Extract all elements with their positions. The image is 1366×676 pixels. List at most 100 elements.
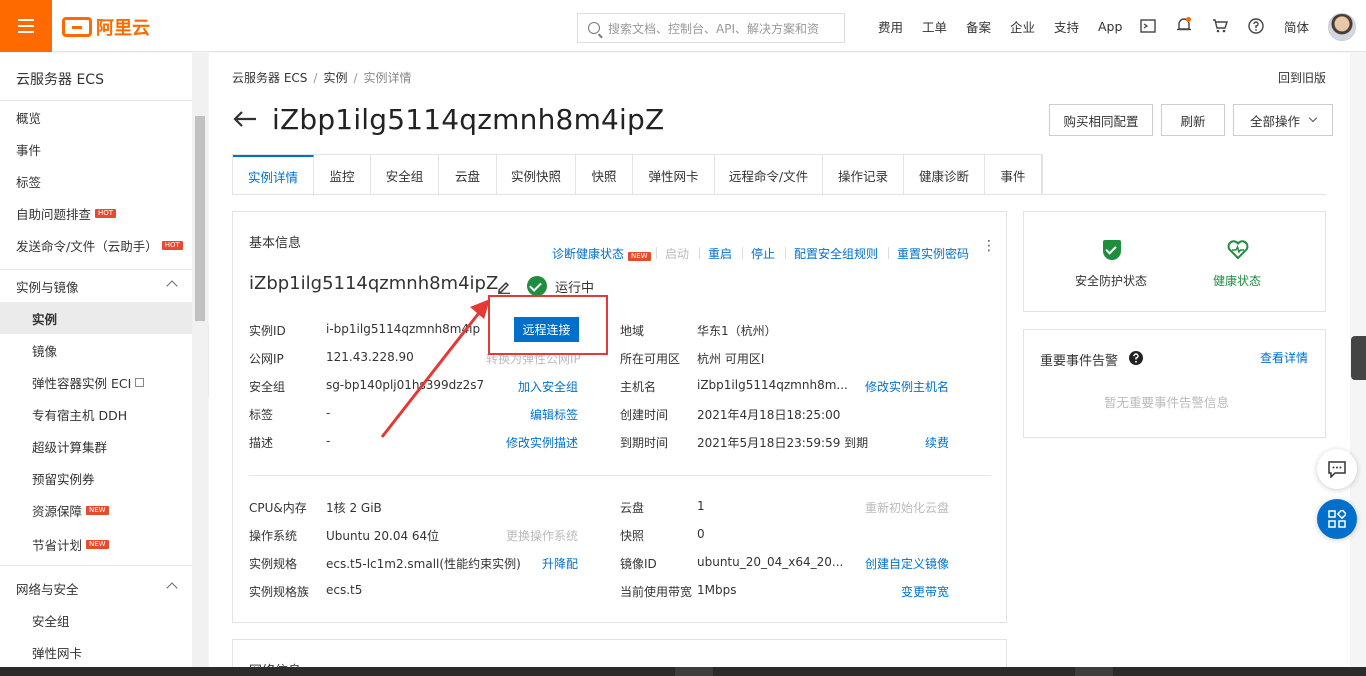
hot-badge: HOT (161, 240, 183, 250)
change-bandwidth-link[interactable]: 变更带宽 (901, 583, 949, 600)
aliyun-logo[interactable]: 阿里云 (62, 14, 150, 40)
create-custom-image-link[interactable]: 创建自定义镜像 (865, 555, 949, 572)
security-status-card: 安全防护状态 健康状态 (1023, 211, 1326, 312)
sidebar-group-network-security[interactable]: 网络与安全 (0, 572, 192, 604)
tab-health-diagnosis[interactable]: 健康诊断 (904, 155, 985, 195)
tab-snapshots[interactable]: 快照 (576, 155, 633, 195)
sidebar-item-eni[interactable]: 弹性网卡 (0, 636, 192, 668)
search-input[interactable]: 搜索文档、控制台、API、解决方案和资 (577, 13, 845, 43)
sidebar-item-savings-plan[interactable]: 节省计划 NEW (0, 528, 192, 560)
label-instance-family: 实例规格族 (249, 585, 310, 599)
bell-icon[interactable] (1176, 17, 1192, 34)
user-avatar[interactable] (1328, 13, 1356, 41)
configure-sg-rules-link[interactable]: 配置安全组规则 (794, 245, 878, 262)
value-hostname: iZbp1ilg5114qzmnh8m... (697, 378, 848, 392)
sidebar-item-eci[interactable]: 弹性容器实例 ECI (0, 366, 192, 398)
restart-link[interactable]: 重启 (708, 245, 732, 262)
edit-icon[interactable] (497, 280, 511, 294)
chat-button[interactable] (1317, 449, 1357, 489)
sidebar-scrollbar[interactable] (192, 53, 208, 676)
menu-button[interactable] (0, 0, 52, 52)
nav-icp[interactable]: 备案 (966, 17, 991, 36)
security-status-label[interactable]: 安全防护状态 (1075, 272, 1147, 289)
edit-description-link[interactable]: 修改实例描述 (506, 434, 578, 451)
value-bandwidth: 1Mbps (697, 583, 737, 597)
sidebar-item-capacity[interactable]: 资源保障 NEW (0, 494, 192, 526)
sidebar-item-scc[interactable]: 超级计算集群 (0, 430, 192, 462)
sidebar-item-troubleshoot[interactable]: 自助问题排查 HOT (0, 197, 192, 229)
page-title: iZbp1ilg5114qzmnh8m4ipZ (272, 103, 665, 136)
tab-eni[interactable]: 弹性网卡 (633, 155, 715, 195)
sidebar-item-reserved[interactable]: 预留实例券 (0, 462, 192, 494)
cart-icon[interactable] (1212, 19, 1228, 33)
tabs-divider (232, 194, 1326, 195)
edit-tags-link[interactable]: 编辑标签 (530, 406, 578, 423)
sidebar-item-instances[interactable]: 实例 (0, 302, 192, 334)
label-os: 操作系统 (249, 529, 298, 543)
label-cpu-memory: CPU&内存 (249, 501, 307, 515)
value-region: 华东1（杭州） (697, 324, 777, 338)
more-actions-icon[interactable]: ⋮ (982, 239, 996, 253)
chevron-down-icon (1308, 113, 1318, 123)
help-icon[interactable] (1248, 18, 1264, 34)
label-security-group: 安全组 (249, 380, 286, 394)
label-hostname: 主机名 (620, 380, 657, 394)
tab-instance-details[interactable]: 实例详情 (233, 155, 314, 196)
lang-switch[interactable]: 简体 (1284, 17, 1309, 36)
old-version-link[interactable]: 回到旧版 (1278, 69, 1326, 86)
edit-hostname-link[interactable]: 修改实例主机名 (865, 378, 949, 395)
back-arrow-icon[interactable] (233, 111, 257, 127)
nav-billing[interactable]: 费用 (878, 17, 903, 36)
question-icon[interactable] (1129, 351, 1143, 365)
nav-enterprise[interactable]: 企业 (1010, 17, 1035, 36)
sidebar-item-label: 自助问题排查 (16, 206, 92, 222)
refresh-button[interactable]: 刷新 (1161, 104, 1225, 136)
diagnose-health-link[interactable]: 诊断健康状态 NEW (552, 245, 651, 262)
label-snapshots: 快照 (620, 529, 645, 543)
nav-ticket[interactable]: 工单 (922, 17, 947, 36)
reset-password-link[interactable]: 重置实例密码 (897, 245, 969, 262)
apps-button[interactable] (1317, 499, 1357, 539)
tab-remote-commands[interactable]: 远程命令/文件 (715, 155, 823, 195)
nav-app[interactable]: App (1098, 19, 1122, 34)
sidebar-item-events[interactable]: 事件 (0, 133, 192, 165)
view-details-link[interactable]: 查看详情 (1260, 349, 1308, 366)
change-spec-link[interactable]: 升降配 (542, 555, 578, 572)
basic-info-title: 基本信息 (249, 236, 302, 251)
sidebar-item-ddh[interactable]: 专有宿主机 DDH (0, 398, 192, 430)
stop-link[interactable]: 停止 (751, 245, 775, 262)
value-disks: 1 (697, 499, 705, 513)
sidebar-item-tags[interactable]: 标签 (0, 165, 192, 197)
instance-name: iZbp1ilg5114qzmnh8m4ipZ (249, 273, 499, 294)
sidebar-group-label: 实例与镜像 (16, 279, 79, 295)
sidebar-item-security-groups[interactable]: 安全组 (0, 604, 192, 636)
all-operations-dropdown[interactable]: 全部操作 (1233, 104, 1333, 136)
buy-same-config-button[interactable]: 购买相同配置 (1049, 104, 1153, 136)
scrollbar-thumb[interactable] (195, 116, 205, 321)
value-os: Ubuntu 20.04 64位 (326, 529, 440, 543)
breadcrumb-ecs[interactable]: 云服务器 ECS (232, 71, 307, 85)
label-disks: 云盘 (620, 501, 645, 515)
tab-events[interactable]: 事件 (985, 155, 1042, 195)
sidebar-item-overview[interactable]: 概览 (0, 101, 192, 133)
events-alert-title: 重要事件告警 (1040, 354, 1119, 369)
join-security-group-link[interactable]: 加入安全组 (518, 378, 578, 395)
tab-instance-snapshots[interactable]: 实例快照 (497, 155, 576, 195)
terminal-icon[interactable] (1140, 19, 1156, 33)
sidebar-group-instances-images[interactable]: 实例与镜像 (0, 270, 192, 302)
action-separator (785, 247, 786, 259)
side-panel-handle[interactable] (1351, 336, 1366, 380)
tab-disks[interactable]: 云盘 (439, 155, 497, 195)
tab-security-groups[interactable]: 安全组 (371, 155, 439, 195)
renew-link[interactable]: 续费 (925, 434, 949, 451)
taskbar-strip (0, 667, 1366, 676)
breadcrumb: 云服务器 ECS / 实例 / 实例详情 (232, 71, 412, 85)
tab-monitoring[interactable]: 监控 (314, 155, 371, 195)
sidebar-item-cloud-assistant[interactable]: 发送命令/文件（云助手） HOT (0, 229, 192, 261)
nav-support[interactable]: 支持 (1054, 17, 1079, 36)
breadcrumb-instances[interactable]: 实例 (323, 71, 347, 85)
heart-pulse-icon (1227, 240, 1249, 260)
sidebar-item-images[interactable]: 镜像 (0, 334, 192, 366)
tab-operation-logs[interactable]: 操作记录 (823, 155, 904, 195)
health-status-label[interactable]: 健康状态 (1213, 272, 1261, 289)
